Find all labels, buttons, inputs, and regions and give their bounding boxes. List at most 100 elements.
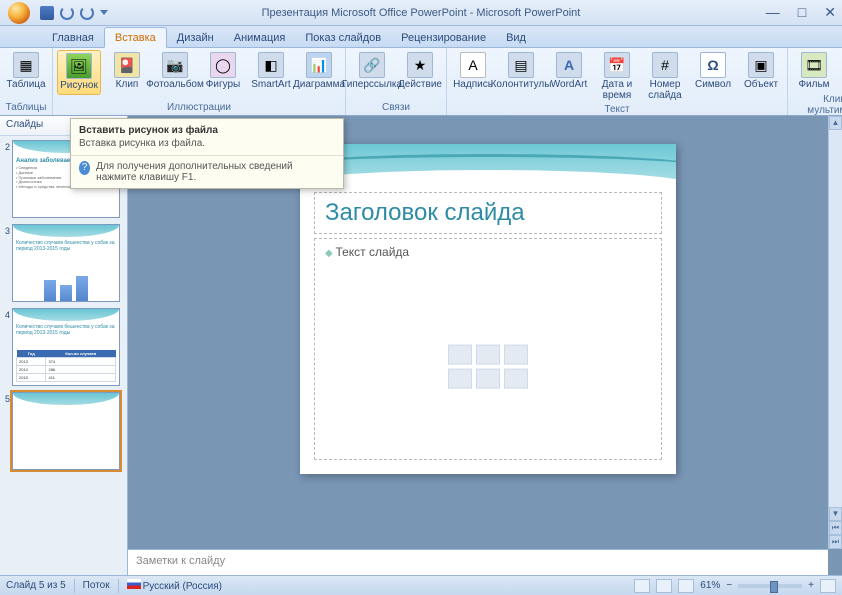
headerfooter-button[interactable]: ▤Колонтитулы [499, 50, 543, 93]
insert-chart-icon[interactable] [476, 345, 500, 365]
save-icon[interactable] [40, 6, 54, 20]
slide: Заголовок слайда Текст слайда [300, 144, 676, 474]
office-orb-icon [8, 2, 30, 24]
insert-table-icon[interactable] [448, 345, 472, 365]
clip-icon: 🎴 [114, 52, 140, 78]
tab-view[interactable]: Вид [496, 28, 536, 47]
group-text: AНадпись ▤Колонтитулы A WordArt 📅Дата и в… [447, 48, 788, 115]
help-icon: ? [79, 161, 90, 175]
vertical-scrollbar[interactable]: ▲ ▼ ⏮ ⏭ [828, 116, 842, 549]
view-normal-button[interactable] [634, 579, 650, 593]
slide-wave-decoration [300, 144, 676, 186]
insert-picture-icon[interactable] [448, 369, 472, 389]
headerfooter-label: Колонтитулы [491, 80, 552, 91]
status-bar: Слайд 5 из 5 Поток Русский (Россия) 61% … [0, 575, 842, 595]
prev-slide-icon[interactable]: ⏮ [829, 521, 842, 535]
thumb-3[interactable]: Количество случаев бешенства у собак за … [12, 224, 120, 302]
picture-button[interactable]: 🖼Рисунок [57, 50, 101, 95]
fit-button[interactable] [820, 579, 836, 593]
textbox-icon: A [460, 52, 486, 78]
movie-button[interactable]: 🎞Фильм [792, 50, 836, 93]
minimize-button[interactable]: — [766, 4, 780, 21]
thumbnails: 2 Анализ заболеваемости у собак • Сведен… [0, 136, 127, 575]
slide-title: Заголовок слайда [325, 199, 651, 227]
thumb-4[interactable]: Количество случаев бешенства у собак за … [12, 308, 120, 386]
scroll-track[interactable] [829, 130, 842, 509]
scroll-down-icon[interactable]: ▼ [829, 507, 842, 521]
office-button[interactable] [4, 0, 34, 26]
title-placeholder[interactable]: Заголовок слайда [314, 192, 662, 234]
slidenum-button[interactable]: #Номер слайда [643, 50, 687, 103]
status-lang-text: Русский (Россия) [143, 581, 222, 592]
redo-icon[interactable] [80, 6, 94, 20]
thumb-4-title: Количество случаев бешенства у собак за … [16, 324, 116, 336]
shapes-button[interactable]: ◯Фигуры [201, 50, 245, 93]
tooltip-help-text: Для получения дополнительных сведений на… [96, 161, 335, 183]
status-slide: Слайд 5 из 5 [6, 580, 66, 591]
tab-animation[interactable]: Анимация [224, 28, 296, 47]
thumbnail-row[interactable]: 5 [2, 392, 125, 470]
tab-insert[interactable]: Вставка [104, 27, 167, 48]
close-button[interactable]: ✕ [824, 4, 836, 21]
thumbnail-row[interactable]: 4 Количество случаев бешенства у собак з… [2, 308, 125, 386]
table-button[interactable]: ▦Таблица [4, 50, 48, 93]
group-media: 🎞Фильм 🔊Звук Клипы мультимедиа [788, 48, 842, 115]
content-placeholder-icons[interactable] [448, 345, 528, 389]
textbox-button[interactable]: AНадпись [451, 50, 495, 93]
action-label: Действие [398, 80, 442, 91]
view-sorter-button[interactable] [656, 579, 672, 593]
notes-pane[interactable]: Заметки к слайду [128, 549, 828, 575]
zoom-level[interactable]: 61% [700, 580, 720, 591]
slidenum-label: Номер слайда [643, 80, 687, 101]
thumb-4-table: ГодКол-во случаев201337420142862015411 [16, 350, 116, 382]
zoom-in-button[interactable]: + [808, 580, 814, 591]
wordart-icon: A [556, 52, 582, 78]
chart-label: Диаграмма [293, 80, 345, 91]
group-tables: ▦Таблица Таблицы [0, 48, 53, 115]
shapes-icon: ◯ [210, 52, 236, 78]
album-button[interactable]: 📷Фотоальбом [153, 50, 197, 93]
tab-review[interactable]: Рецензирование [391, 28, 496, 47]
thumbnail-row[interactable]: 3 Количество случаев бешенства у собак з… [2, 224, 125, 302]
table-icon: ▦ [13, 52, 39, 78]
insert-smartart-icon[interactable] [504, 345, 528, 365]
smartart-icon: ◧ [258, 52, 284, 78]
symbol-button[interactable]: Ω Символ [691, 50, 735, 93]
zoom-slider[interactable] [738, 584, 802, 588]
maximize-button[interactable]: □ [798, 4, 806, 21]
insert-media-icon[interactable] [504, 369, 528, 389]
hyperlink-button[interactable]: 🔗Гиперссылка [350, 50, 394, 93]
symbol-label: Символ [695, 80, 731, 91]
wordart-label: WordArt [551, 80, 588, 91]
tab-home[interactable]: Главная [42, 28, 104, 47]
thumb-3-chart [16, 270, 116, 302]
next-slide-icon[interactable]: ⏭ [829, 535, 842, 549]
picture-tooltip: Вставить рисунок из файла Вставка рисунк… [70, 118, 344, 189]
view-slideshow-button[interactable] [678, 579, 694, 593]
thumb-number: 3 [2, 224, 12, 302]
tab-design[interactable]: Дизайн [167, 28, 224, 47]
status-lang[interactable]: Русский (Россия) [127, 579, 222, 592]
picture-icon: 🖼 [66, 53, 92, 79]
action-button[interactable]: ★Действие [398, 50, 442, 93]
tab-slideshow[interactable]: Показ слайдов [295, 28, 391, 47]
undo-icon[interactable] [60, 6, 74, 20]
flag-icon [127, 579, 141, 589]
wordart-button[interactable]: A WordArt [547, 50, 591, 93]
zoom-out-button[interactable]: − [726, 580, 732, 591]
object-button[interactable]: ▣Объект [739, 50, 783, 93]
movie-label: Фильм [798, 80, 829, 91]
smartart-button[interactable]: ◧SmartArt [249, 50, 293, 93]
thumb-3-title: Количество случаев бешенства у собак за … [16, 240, 116, 252]
datetime-button[interactable]: 📅Дата и время [595, 50, 639, 103]
scroll-up-icon[interactable]: ▲ [829, 116, 842, 130]
group-text-label: Текст [451, 103, 783, 117]
thumb-5[interactable] [12, 392, 120, 470]
symbol-icon: Ω [700, 52, 726, 78]
body-placeholder[interactable]: Текст слайда [314, 238, 662, 460]
insert-clipart-icon[interactable] [476, 369, 500, 389]
chart-button[interactable]: 📊Диаграмма [297, 50, 341, 93]
qat-dropdown-icon[interactable] [100, 10, 108, 15]
clip-label: Клип [116, 80, 139, 91]
clip-button[interactable]: 🎴 Клип [105, 50, 149, 93]
